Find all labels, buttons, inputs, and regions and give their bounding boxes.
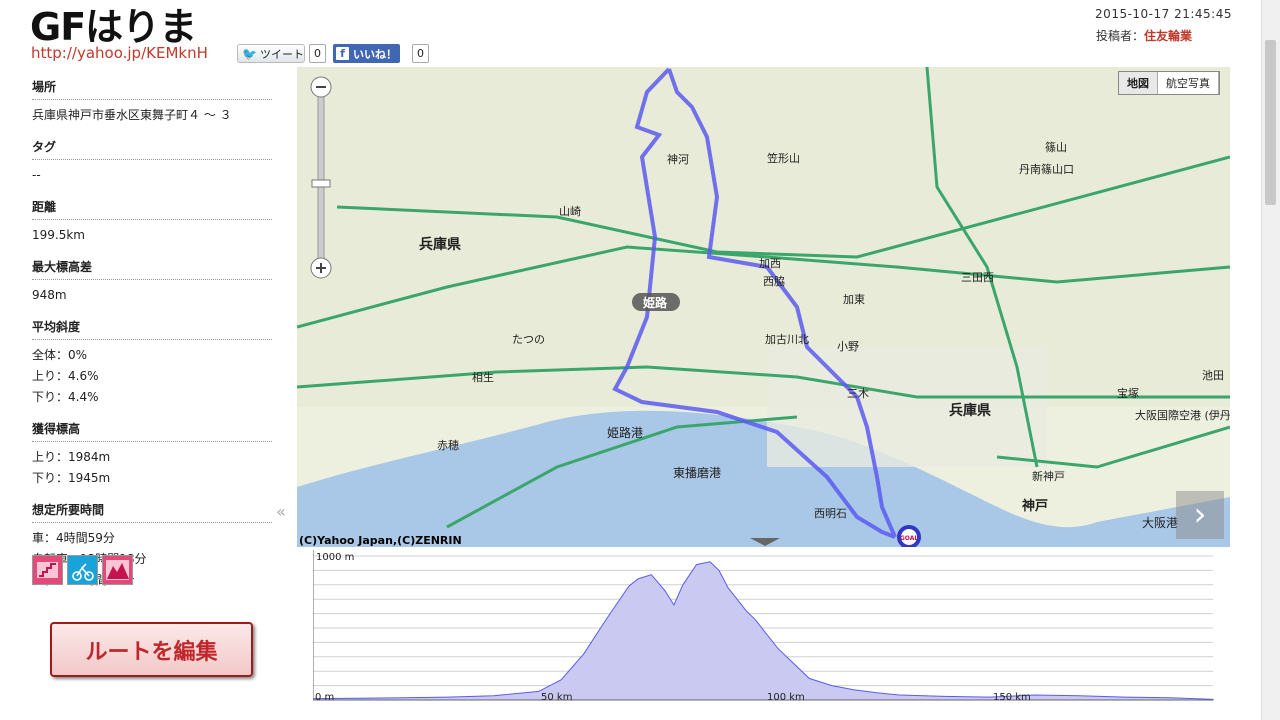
map-label-kasagata: 笠形山: [767, 151, 800, 165]
short-url-link[interactable]: http://yahoo.jp/KEMknH: [31, 44, 208, 62]
map-label-ikeda: 池田: [1202, 369, 1224, 382]
map-label-kakogawa: 加古川北: [765, 333, 809, 346]
map-label-ako: 赤穂: [437, 438, 459, 452]
slope-total: 全体：0%: [32, 348, 88, 362]
location-value: 兵庫県神戸市垂水区東舞子町４ ～ ３: [32, 108, 232, 122]
tags-value: --: [32, 168, 41, 182]
x-tick-0: 0 m: [315, 692, 334, 703]
route-info-panel: 場所 兵庫県神戸市垂水区東舞子町４ ～ ３ タグ -- 距離 199.5km 最…: [32, 72, 272, 597]
map-copyright: (C)Yahoo Japan,(C)ZENRIN: [299, 534, 462, 547]
mountain-icon[interactable]: [102, 555, 133, 585]
map-label-kasai: 加西: [759, 257, 781, 270]
map-label-hyogo: 兵庫県: [419, 236, 461, 253]
tab-map[interactable]: 地図: [1119, 72, 1158, 94]
map-label-kobe: 神戸: [1022, 498, 1048, 514]
distance-value: 199.5km: [32, 228, 85, 242]
x-tick-50: 50 km: [541, 692, 572, 703]
map-label-himeji-port: 姫路港: [607, 425, 643, 440]
map-label-yamasaki: 山崎: [559, 204, 581, 218]
zoom-control: [309, 75, 332, 285]
map-label-sasayama: 篠山: [1045, 140, 1067, 154]
map-label-sanda: 三田西: [961, 271, 994, 284]
map-type-tabs: 地図 航空写真: [1118, 71, 1220, 95]
map-label-ono: 小野: [837, 340, 859, 353]
collapse-sidebar-icon[interactable]: «: [276, 502, 286, 521]
time-car: 車：4時間59分: [32, 531, 115, 545]
tweet-label: ツイート: [259, 47, 304, 61]
gain-values: 上り：1984m 下り：1945m: [32, 442, 272, 495]
twitter-bird-icon: 🐦: [242, 46, 257, 61]
map-label-higashiharima: 東播磨港: [673, 466, 721, 480]
slope-values: 全体：0% 上り：4.6% 下り：4.4%: [32, 340, 272, 414]
page-scrollbar[interactable]: [1261, 0, 1280, 720]
map-label-kato: 加東: [843, 293, 865, 306]
slope-heading: 平均斜度: [32, 314, 272, 340]
distance-heading: 距離: [32, 194, 272, 220]
like-label: いいね！: [353, 47, 397, 61]
elevation-chart: 1000 m 0 m 50 km 100 km 150 km: [312, 550, 1216, 708]
map-label-nishiwaki: 西脇: [763, 275, 785, 288]
map-label-shinkobe: 新神戸: [1032, 469, 1065, 483]
elevation-toggle-icon[interactable]: [750, 538, 780, 546]
cyclist-icon[interactable]: [67, 555, 98, 585]
post-date: 2015-10-17 21:45:45: [1095, 7, 1232, 21]
slope-up: 上り：4.6%: [32, 369, 99, 383]
max-elevation-value: 948m: [32, 288, 67, 302]
poster-label: 投稿者：: [1095, 29, 1144, 43]
edit-route-button[interactable]: ルートを編集: [50, 622, 253, 677]
scrollbar-thumb[interactable]: [1265, 40, 1276, 205]
y-tick-top: 1000 m: [316, 552, 354, 563]
goal-marker: GOAL: [900, 535, 919, 542]
map-label-himeji: 姫路: [643, 295, 668, 310]
like-count: 0: [412, 44, 429, 63]
max-elevation-heading: 最大標高差: [32, 254, 272, 280]
map-label-tatsuno: たつの: [512, 333, 545, 346]
poster-info: 投稿者：住友輪業: [1096, 27, 1192, 44]
route-type-icons: [32, 555, 133, 585]
map-next-arrow-icon[interactable]: ›: [1176, 491, 1224, 539]
map-label-tamba: 丹南篠山口: [1019, 162, 1074, 176]
map-label-miki: 三木: [847, 387, 869, 400]
elevation-svg: 1000 m 0 m 50 km 100 km 150 km: [312, 550, 1214, 703]
map-label-nishiakashi: 西明石: [814, 507, 847, 520]
map-label-kanzaki: 神河: [667, 152, 689, 166]
poster-name-link[interactable]: 住友輪業: [1144, 29, 1192, 43]
map-label-osaka-airport: 大阪国際空港 (伊丹空港): [1135, 408, 1230, 422]
gain-up: 上り：1984m: [32, 450, 111, 464]
x-tick-150: 150 km: [993, 692, 1031, 703]
elevation-profile: [312, 561, 1214, 701]
facebook-icon: f: [336, 47, 349, 60]
map-label-hyogo-east: 兵庫県: [949, 402, 991, 419]
gain-heading: 獲得標高: [32, 416, 272, 442]
tweet-count: 0: [309, 44, 326, 63]
tab-aerial[interactable]: 航空写真: [1158, 72, 1219, 94]
map-canvas: GOAL 兵庫県 兵庫県 姫路 姫路港 東播磨港 神戸 西明石 加西 加古川北 …: [297, 67, 1230, 547]
tweet-button[interactable]: 🐦 ツイート: [237, 44, 305, 63]
location-heading: 場所: [32, 74, 272, 100]
map-label-aioi: 相生: [472, 370, 494, 384]
slope-down: 下り：4.4%: [32, 390, 99, 404]
stairs-icon[interactable]: [32, 555, 63, 585]
route-map[interactable]: GOAL 兵庫県 兵庫県 姫路 姫路港 東播磨港 神戸 西明石 加西 加古川北 …: [297, 67, 1230, 547]
time-heading: 想定所要時間: [32, 497, 272, 523]
gain-down: 下り：1945m: [32, 471, 111, 485]
like-button[interactable]: f いいね！: [333, 44, 400, 63]
x-tick-100: 100 km: [767, 692, 805, 703]
map-label-takarazuka: 宝塚: [1117, 386, 1139, 400]
map-label-osaka-port: 大阪港: [1142, 516, 1178, 530]
tags-heading: タグ: [32, 134, 272, 160]
